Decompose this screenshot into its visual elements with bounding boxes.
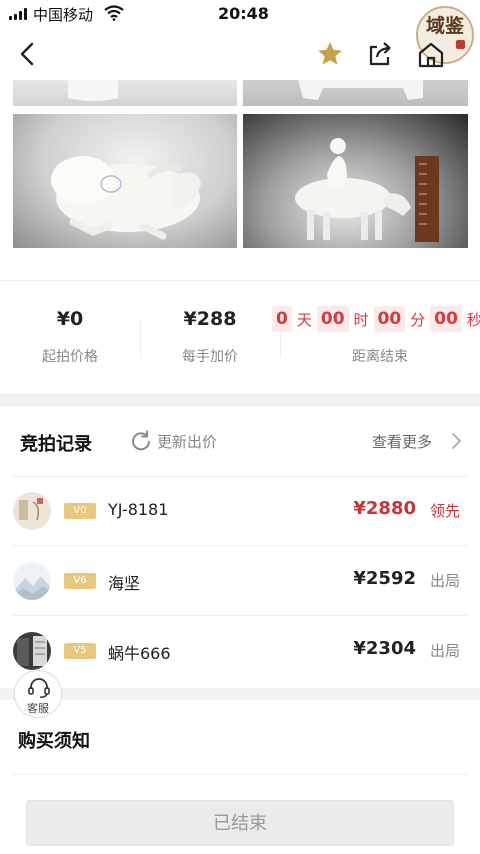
bid-row: V0 YJ-8181 ¥2880 领先 bbox=[0, 476, 480, 546]
level-badge: V5 bbox=[64, 643, 96, 659]
customer-service-button[interactable]: 客服 bbox=[14, 670, 62, 718]
auction-ended-button[interactable]: 已结束 bbox=[26, 800, 454, 846]
share-icon[interactable] bbox=[366, 40, 394, 68]
countdown-minutes-unit: 分 bbox=[410, 310, 426, 329]
signal-icon bbox=[9, 8, 29, 20]
countdown-seconds-unit: 秒 bbox=[466, 310, 480, 329]
refresh-icon bbox=[132, 430, 150, 451]
divider bbox=[0, 280, 480, 281]
seal-stamp-dot bbox=[456, 40, 465, 49]
countdown-days-unit: 天 bbox=[296, 310, 312, 329]
countdown-timer: 0 天 00 时 00 分 00 秒 bbox=[272, 306, 480, 332]
product-photo[interactable] bbox=[13, 80, 237, 106]
bid-row: V6 海坚 ¥2592 出局 bbox=[0, 546, 480, 616]
see-more-link[interactable]: 查看更多 bbox=[372, 431, 432, 452]
seal-text: 域鉴 bbox=[426, 15, 465, 37]
bid-amount: ¥2880 bbox=[353, 498, 416, 519]
divider bbox=[13, 774, 467, 775]
level-badge: V6 bbox=[64, 573, 96, 589]
countdown-hours: 00 bbox=[316, 306, 349, 332]
star-icon[interactable] bbox=[316, 40, 344, 68]
home-icon[interactable] bbox=[418, 40, 444, 68]
divider bbox=[140, 318, 141, 358]
bid-amount: ¥2304 bbox=[353, 638, 416, 659]
product-photo[interactable] bbox=[243, 80, 468, 106]
countdown-minutes: 00 bbox=[373, 306, 406, 332]
avatar bbox=[13, 632, 51, 670]
customer-service-label: 客服 bbox=[27, 702, 49, 715]
avatar bbox=[13, 562, 51, 600]
bid-increment-label: 每手加价 bbox=[182, 349, 238, 365]
level-badge: V0 bbox=[64, 503, 96, 519]
bid-records-title: 竞拍记录 bbox=[20, 434, 92, 455]
status-bar: 中国移动 20:48 bbox=[0, 0, 480, 28]
clock: 20:48 bbox=[218, 4, 269, 23]
refresh-label: 更新出价 bbox=[157, 433, 218, 451]
wifi-icon bbox=[104, 5, 124, 21]
countdown-seconds: 00 bbox=[430, 306, 462, 332]
section-separator bbox=[0, 688, 480, 700]
bid-status: 出局 bbox=[430, 572, 461, 590]
chevron-right-icon[interactable] bbox=[450, 432, 462, 450]
starting-price: ¥0 bbox=[56, 308, 84, 330]
bidder-name: 海坚 bbox=[108, 574, 141, 593]
countdown-days: 0 bbox=[272, 306, 292, 332]
section-separator bbox=[0, 394, 480, 406]
product-photo-reclining-ox[interactable] bbox=[13, 114, 237, 248]
bid-status: 领先 bbox=[430, 502, 461, 520]
avatar bbox=[13, 492, 51, 530]
purchase-notes-title: 购买须知 bbox=[18, 731, 90, 752]
back-icon[interactable] bbox=[14, 40, 42, 68]
bidder-name: YJ-8181 bbox=[108, 500, 169, 519]
carrier-name: 中国移动 bbox=[33, 6, 94, 24]
product-photo-boy-on-ox[interactable] bbox=[243, 114, 468, 248]
countdown-label: 距离结束 bbox=[352, 349, 408, 365]
countdown-hours-unit: 时 bbox=[353, 310, 369, 329]
headset-icon bbox=[28, 678, 50, 698]
bid-row: V5 蜗牛666 ¥2304 出局 bbox=[0, 616, 480, 686]
bid-amount: ¥2592 bbox=[353, 568, 416, 589]
bidder-name: 蜗牛666 bbox=[108, 644, 171, 663]
bid-increment: ¥288 bbox=[183, 308, 237, 330]
bid-status: 出局 bbox=[430, 642, 461, 660]
starting-price-label: 起拍价格 bbox=[42, 349, 98, 365]
